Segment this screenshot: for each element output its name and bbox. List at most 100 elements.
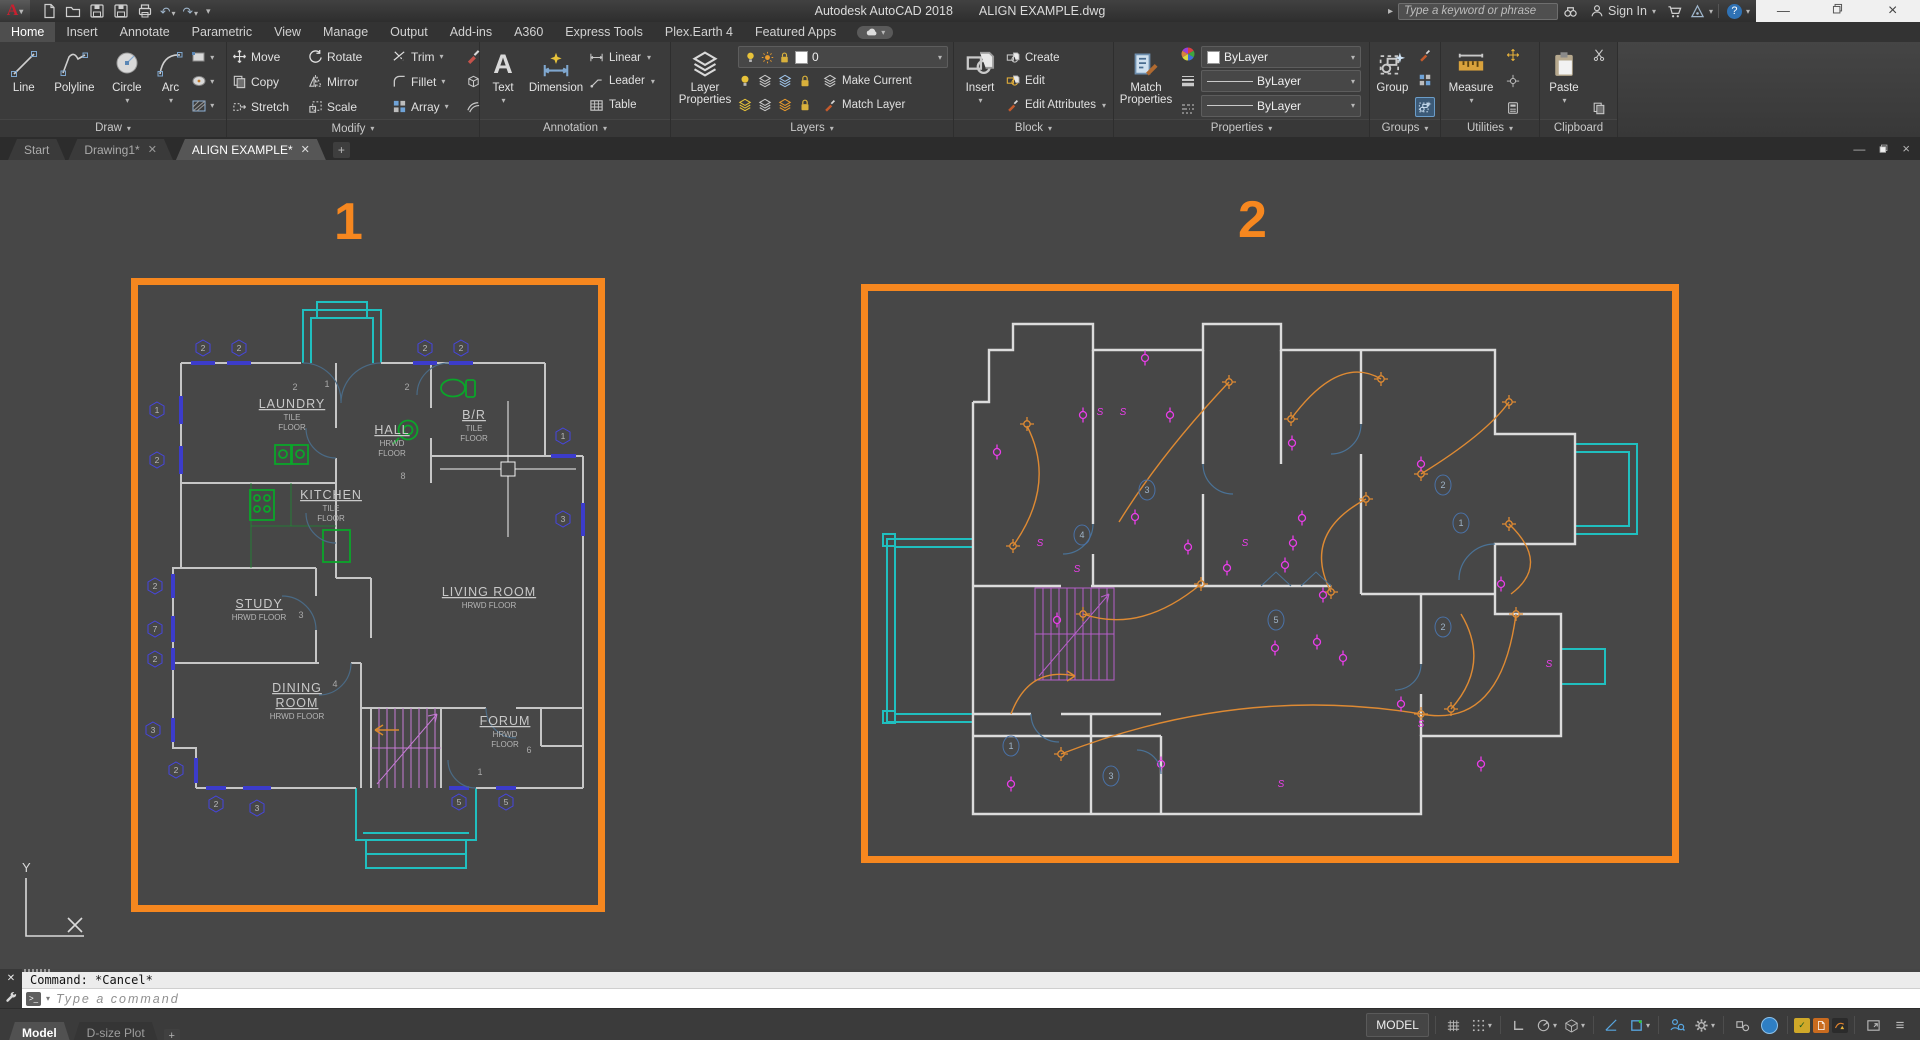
- tab-addins[interactable]: Add-ins: [439, 22, 503, 42]
- a360-exchange-icon[interactable]: [1690, 4, 1705, 19]
- paste-button[interactable]: Paste ▾: [1543, 44, 1585, 119]
- move-button[interactable]: Move: [230, 44, 306, 69]
- group-edit-icon[interactable]: [1416, 71, 1434, 89]
- layer-vpfreeze-icon[interactable]: [758, 98, 772, 112]
- file-tab-drawing1[interactable]: Drawing1*✕: [68, 139, 173, 160]
- ellipse-flyout-button[interactable]: ▾: [191, 71, 223, 91]
- search-input[interactable]: [1398, 3, 1558, 20]
- tray-sync-check-icon[interactable]: ✓: [1794, 1018, 1810, 1033]
- arc-button[interactable]: Arc ▾: [152, 44, 190, 119]
- command-input[interactable]: [54, 991, 1920, 1007]
- tab-featured-apps[interactable]: Featured Apps: [744, 22, 847, 42]
- make-current-button[interactable]: Make Current: [822, 69, 912, 92]
- layer-properties-button[interactable]: Layer Properties: [674, 44, 736, 119]
- annotation-monitor-icon[interactable]: [1665, 1014, 1689, 1036]
- panel-label-layers[interactable]: Layers▾: [671, 119, 953, 137]
- linear-button[interactable]: Linear▾: [589, 46, 667, 69]
- tab-view[interactable]: View: [263, 22, 312, 42]
- panel-label-draw[interactable]: Draw▾: [0, 119, 226, 137]
- drawing-canvas[interactable]: 1 2: [0, 160, 1920, 969]
- autocad-logo-button[interactable]: A▾: [0, 0, 30, 22]
- undo-button[interactable]: ↶▾: [160, 4, 176, 19]
- tab-insert[interactable]: Insert: [55, 22, 108, 42]
- linetype-dropdown[interactable]: ByLayer▾: [1201, 95, 1361, 117]
- cut-icon[interactable]: [1590, 46, 1608, 64]
- line-button[interactable]: Line: [3, 44, 45, 119]
- redo-button[interactable]: ↷▾: [183, 4, 199, 19]
- text-button[interactable]: A Text ▾: [483, 44, 523, 119]
- id-point-icon[interactable]: [1504, 72, 1522, 90]
- doc-close-button[interactable]: ×: [1902, 141, 1910, 156]
- clean-screen-icon[interactable]: [1861, 1014, 1885, 1036]
- layout-tab-dsize-plot[interactable]: D-size Plot: [73, 1022, 159, 1040]
- graphics-performance-icon[interactable]: [1757, 1014, 1781, 1036]
- plot-icon[interactable]: [136, 3, 153, 20]
- connect-cloud-button[interactable]: ▾: [857, 26, 893, 39]
- app-store-cart-icon[interactable]: [1667, 4, 1682, 19]
- match-properties-button[interactable]: Match Properties: [1117, 44, 1175, 119]
- help-icon[interactable]: ?: [1727, 4, 1742, 19]
- circle-button[interactable]: Circle ▾: [104, 44, 150, 119]
- new-file-icon[interactable]: [40, 3, 57, 20]
- close-icon[interactable]: ✕: [148, 143, 157, 156]
- copy-clip-icon[interactable]: [1590, 99, 1608, 117]
- workspace-switching-icon[interactable]: ▾: [1692, 1014, 1717, 1036]
- array-button[interactable]: Array▾: [390, 94, 464, 119]
- edit-block-button[interactable]: Edit: [1005, 70, 1109, 93]
- group-button[interactable]: Group: [1373, 44, 1412, 119]
- group-selection-toggle[interactable]: [1415, 97, 1435, 117]
- tab-annotate[interactable]: Annotate: [109, 22, 181, 42]
- ortho-mode-icon[interactable]: [1507, 1014, 1531, 1036]
- doc-minimize-button[interactable]: —: [1853, 142, 1865, 156]
- object-snap-tracking-icon[interactable]: [1600, 1014, 1624, 1036]
- panel-label-modify[interactable]: Modify▾: [227, 119, 479, 137]
- mirror-button[interactable]: Mirror: [306, 69, 390, 94]
- grid-display-icon[interactable]: [1442, 1014, 1466, 1036]
- measure-button[interactable]: Measure ▾: [1444, 44, 1498, 119]
- leader-button[interactable]: Leader▾: [589, 70, 667, 93]
- ungroup-icon[interactable]: [1416, 46, 1434, 64]
- tab-express-tools[interactable]: Express Tools: [554, 22, 654, 42]
- layer-off-icon[interactable]: [738, 74, 752, 88]
- layer-freeze-icon[interactable]: [778, 74, 792, 88]
- layer-lock-icon[interactable]: [798, 74, 812, 88]
- fillet-button[interactable]: Fillet▾: [390, 69, 464, 94]
- panel-label-annotation[interactable]: Annotation▾: [480, 119, 670, 137]
- new-layout-button[interactable]: +: [164, 1029, 180, 1040]
- search-expand-icon[interactable]: ▸: [1388, 6, 1393, 17]
- close-icon[interactable]: ✕: [301, 143, 310, 156]
- panel-label-properties[interactable]: Properties▾: [1114, 119, 1369, 137]
- dimension-button[interactable]: Dimension: [525, 44, 587, 119]
- tab-home[interactable]: Home: [0, 22, 55, 42]
- layer-unlock2-icon[interactable]: [798, 98, 812, 112]
- model-space-button[interactable]: MODEL: [1366, 1013, 1429, 1037]
- quick-select-icon[interactable]: [1504, 46, 1522, 64]
- stretch-button[interactable]: Stretch: [230, 94, 306, 119]
- file-tab-align-example[interactable]: ALIGN EXAMPLE*✕: [176, 139, 326, 160]
- polar-tracking-icon[interactable]: ▾: [1534, 1014, 1559, 1036]
- create-block-button[interactable]: Create: [1005, 46, 1109, 69]
- save-as-icon[interactable]: [112, 3, 129, 20]
- tab-output[interactable]: Output: [379, 22, 439, 42]
- panel-label-groups[interactable]: Groups▾: [1370, 119, 1440, 137]
- open-file-icon[interactable]: [64, 3, 81, 20]
- layer-isolate-icon[interactable]: [758, 74, 772, 88]
- new-drawing-tab-button[interactable]: +: [333, 142, 350, 158]
- layer-thaw-all-icon[interactable]: [778, 98, 792, 112]
- chevron-down-icon[interactable]: ▾: [46, 994, 50, 1003]
- rotate-button[interactable]: Rotate: [306, 44, 390, 69]
- tab-manage[interactable]: Manage: [312, 22, 379, 42]
- hatch-flyout-button[interactable]: ▾: [191, 96, 223, 116]
- customization-menu-icon[interactable]: ≡: [1888, 1014, 1912, 1036]
- minimize-button[interactable]: —: [1766, 0, 1800, 22]
- qat-dropdown-icon[interactable]: ▾: [206, 6, 211, 17]
- snap-mode-icon[interactable]: ▾: [1469, 1014, 1494, 1036]
- layer-walk-icon[interactable]: [738, 98, 752, 112]
- copy-button[interactable]: Copy: [230, 69, 306, 94]
- tray-clipboard-icon[interactable]: [1813, 1018, 1829, 1033]
- rectangle-flyout-button[interactable]: ▾: [191, 47, 223, 67]
- edit-attributes-button[interactable]: Edit Attributes▾: [1005, 94, 1109, 117]
- isometric-drafting-icon[interactable]: ▾: [1562, 1014, 1587, 1036]
- layer-dropdown[interactable]: 0 ▾: [738, 46, 948, 68]
- tray-performance-warning-icon[interactable]: [1832, 1018, 1848, 1033]
